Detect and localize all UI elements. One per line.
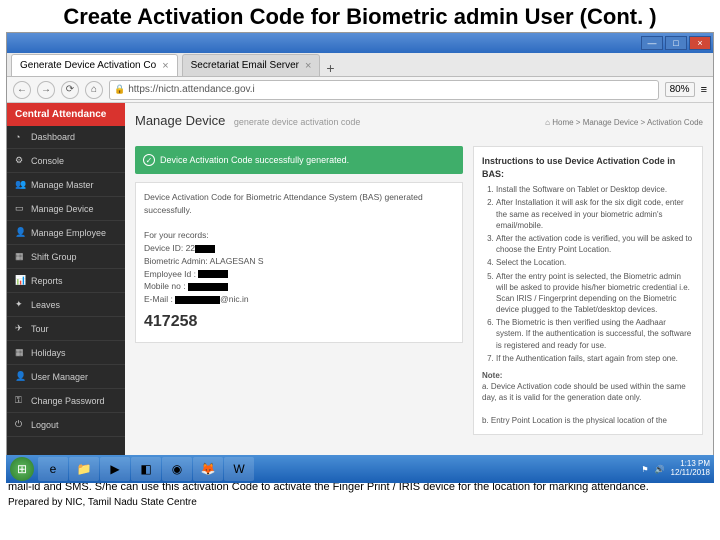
sidebar-item-change-password[interactable]: ⚿Change Password: [7, 389, 125, 413]
tab-label: Secretariat Email Server: [191, 60, 299, 71]
detail-line: For your records:: [144, 229, 454, 242]
users-icon: 👥: [15, 179, 25, 190]
new-tab-button[interactable]: +: [320, 60, 340, 76]
alert-text: Device Activation Code successfully gene…: [160, 155, 349, 165]
browser-toolbar: ← → ⟳ ⌂ 🔒 https://nictn.attendance.gov.i…: [7, 77, 713, 103]
browser-window: — □ × Generate Device Activation Co × Se…: [6, 32, 714, 462]
slide-title: Create Activation Code for Biometric adm…: [0, 0, 720, 32]
start-button[interactable]: ⊞: [10, 457, 34, 481]
instructions-list: Install the Software on Tablet or Deskto…: [496, 184, 694, 364]
note-label: Note:: [482, 371, 502, 380]
detail-admin: Biometric Admin: ALAGESAN S: [144, 255, 454, 268]
page-header: Manage Device generate device activation…: [135, 113, 703, 128]
note-section: Note: a. Device Activation code should b…: [482, 370, 694, 426]
device-icon: ▭: [15, 203, 25, 214]
menu-icon[interactable]: ≡: [701, 84, 707, 96]
user-icon: 👤: [15, 371, 25, 382]
taskbar-ie-icon[interactable]: e: [38, 457, 68, 481]
maximize-button[interactable]: □: [665, 36, 687, 50]
calendar-icon: ▦: [15, 251, 25, 262]
sidebar-item-holidays[interactable]: ▦Holidays: [7, 341, 125, 365]
prepared-by: Prepared by NIC, Tamil Nadu State Centre: [0, 497, 720, 508]
taskbar-word-icon[interactable]: W: [224, 457, 254, 481]
gear-icon: ⚙: [15, 155, 25, 166]
sidebar-item-manage-device[interactable]: ▭Manage Device: [7, 197, 125, 221]
lock-icon: 🔒: [114, 84, 125, 95]
instruction-item: Install the Software on Tablet or Deskto…: [496, 184, 694, 195]
tray-clock[interactable]: 1:13 PM 12/11/2018: [671, 460, 710, 478]
chart-icon: 📊: [15, 275, 25, 286]
url-text: https://nictn.attendance.gov.i: [128, 84, 255, 95]
sidebar-item-dashboard[interactable]: ◔Dashboard: [7, 126, 125, 149]
sidebar-item-manage-employee[interactable]: 👤Manage Employee: [7, 221, 125, 245]
tab-inactive[interactable]: Secretariat Email Server ×: [182, 54, 321, 76]
sidebar-item-user-manager[interactable]: 👤User Manager: [7, 365, 125, 389]
instruction-item: After the entry point is selected, the B…: [496, 271, 694, 316]
instruction-item: The Biometric is then verified using the…: [496, 317, 694, 351]
zoom-level[interactable]: 80%: [665, 82, 695, 97]
key-icon: ⚿: [15, 395, 25, 406]
main-panel: Manage Device generate device activation…: [125, 103, 713, 463]
sidebar-item-reports[interactable]: 📊Reports: [7, 269, 125, 293]
sidebar-item-shift-group[interactable]: ▦Shift Group: [7, 245, 125, 269]
tab-active[interactable]: Generate Device Activation Co ×: [11, 54, 178, 76]
sidebar-item-tour[interactable]: ✈Tour: [7, 317, 125, 341]
instruction-item: After Installation it will ask for the s…: [496, 197, 694, 231]
sidebar-item-leaves[interactable]: ✦Leaves: [7, 293, 125, 317]
success-alert: ✓ Device Activation Code successfully ge…: [135, 146, 463, 174]
taskbar-chrome-icon[interactable]: ◉: [162, 457, 192, 481]
window-titlebar: — □ ×: [7, 33, 713, 53]
forward-button[interactable]: →: [37, 81, 55, 99]
back-button[interactable]: ←: [13, 81, 31, 99]
user-icon: 👤: [15, 227, 25, 238]
instructions-panel: Instructions to use Device Activation Co…: [473, 146, 703, 435]
power-icon: ⏻: [15, 419, 25, 430]
detail-email: E-Mail : @nic.in: [144, 293, 454, 306]
note-a: a. Device Activation code should be used…: [482, 381, 694, 403]
tray-flag-icon[interactable]: ⚑: [641, 465, 648, 474]
sidebar-item-console[interactable]: ⚙Console: [7, 149, 125, 173]
tab-close-icon[interactable]: ×: [305, 60, 311, 72]
system-tray: ⚑ 🔊 1:13 PM 12/11/2018: [641, 460, 710, 478]
instruction-item: Select the Location.: [496, 257, 694, 268]
close-button[interactable]: ×: [689, 36, 711, 50]
taskbar-explorer-icon[interactable]: 📁: [69, 457, 99, 481]
page-title: Manage Device: [135, 113, 225, 128]
page-subtitle: generate device activation code: [234, 117, 361, 127]
detail-mobile: Mobile no :: [144, 280, 454, 293]
detail-line: Device Activation Code for Biometric Att…: [144, 191, 454, 217]
minimize-button[interactable]: —: [641, 36, 663, 50]
instruction-item: If the Authentication fails, start again…: [496, 353, 694, 364]
sidebar-item-manage-master[interactable]: 👥Manage Master: [7, 173, 125, 197]
taskbar-firefox-icon[interactable]: 🦊: [193, 457, 223, 481]
tray-sound-icon[interactable]: 🔊: [655, 465, 665, 474]
instruction-item: After the activation code is verified, y…: [496, 233, 694, 255]
instructions-title: Instructions to use Device Activation Co…: [482, 155, 694, 180]
address-bar[interactable]: 🔒 https://nictn.attendance.gov.i: [109, 80, 659, 100]
home-button[interactable]: ⌂: [85, 81, 103, 99]
brand-header: Central Attendance: [7, 103, 125, 126]
taskbar-app-icon[interactable]: ◧: [131, 457, 161, 481]
check-icon: ✓: [143, 154, 155, 166]
left-column: ✓ Device Activation Code successfully ge…: [135, 146, 463, 435]
sidebar: Central Attendance ◔Dashboard ⚙Console 👥…: [7, 103, 125, 463]
tab-label: Generate Device Activation Co: [20, 60, 156, 71]
page-content: Central Attendance ◔Dashboard ⚙Console 👥…: [7, 103, 713, 463]
calendar-icon: ▦: [15, 347, 25, 358]
detail-emp: Employee Id :: [144, 268, 454, 281]
windows-taskbar: ⊞ e 📁 ▶ ◧ ◉ 🦊 W ⚑ 🔊 1:13 PM 12/11/2018: [6, 455, 714, 483]
activation-code: 417258: [144, 310, 454, 334]
breadcrumb: ⌂ Home > Manage Device > Activation Code: [545, 118, 703, 127]
taskbar-media-icon[interactable]: ▶: [100, 457, 130, 481]
tab-strip: Generate Device Activation Co × Secretar…: [7, 53, 713, 77]
reload-button[interactable]: ⟳: [61, 81, 79, 99]
plane-icon: ✈: [15, 323, 25, 334]
leaf-icon: ✦: [15, 299, 25, 310]
detail-device: Device ID: 22: [144, 242, 454, 255]
details-card: Device Activation Code for Biometric Att…: [135, 182, 463, 343]
gauge-icon: ◔: [15, 132, 25, 142]
tab-close-icon[interactable]: ×: [162, 60, 168, 72]
note-b: b. Entry Point Location is the physical …: [482, 415, 694, 426]
sidebar-item-logout[interactable]: ⏻Logout: [7, 413, 125, 437]
